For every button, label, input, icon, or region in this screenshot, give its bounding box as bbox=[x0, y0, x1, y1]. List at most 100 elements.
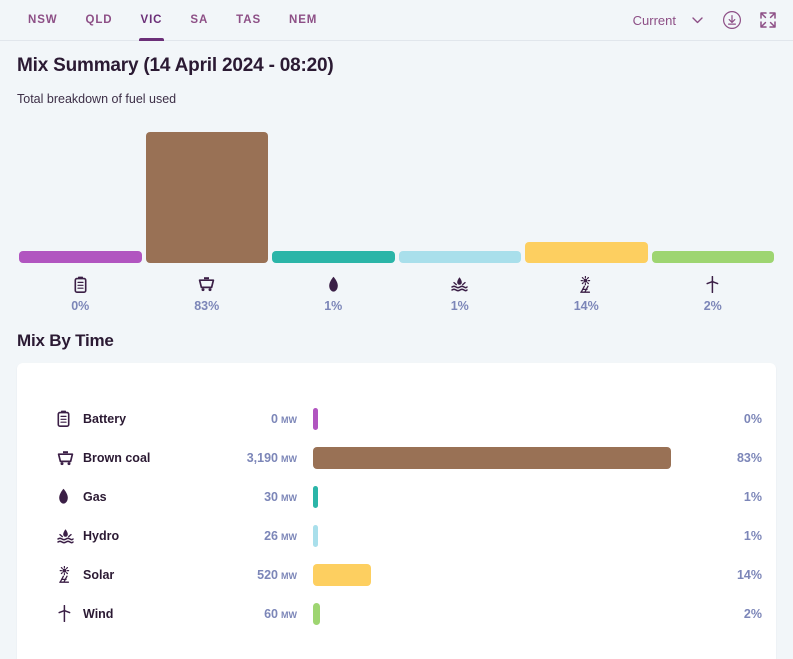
summary-bar-battery[interactable] bbox=[19, 251, 142, 263]
legend-item-hydro[interactable]: 1% bbox=[397, 275, 524, 313]
legend-percent: 83% bbox=[194, 299, 220, 313]
mix-row-unit: MW bbox=[281, 414, 297, 425]
mix-row-label: Solar bbox=[83, 567, 115, 582]
legend-percent: 1% bbox=[450, 299, 469, 313]
legend-percent: 14% bbox=[573, 299, 599, 313]
summary-bars bbox=[17, 118, 776, 263]
mix-row-percent: 2% bbox=[743, 606, 762, 621]
mix-row-percent: 83% bbox=[736, 450, 762, 465]
mix-row-bar[interactable] bbox=[313, 602, 320, 625]
page-title: Mix Summary (14 April 2024 - 08:20) bbox=[17, 55, 334, 76]
chevron-down-icon bbox=[692, 16, 703, 24]
legend-item-wind[interactable]: 2% bbox=[650, 275, 777, 313]
legend-item-battery[interactable]: 0% bbox=[17, 275, 144, 313]
battery-icon bbox=[57, 410, 83, 427]
mix-row-label: Hydro bbox=[83, 528, 120, 543]
mix-row-wind[interactable]: Wind 60 MW 2% bbox=[17, 594, 776, 633]
summary-legend: 0% 83% 1% 1% 14% 2% bbox=[0, 275, 793, 313]
region-tabs: NSW QLD VIC SA TAS NEM bbox=[0, 0, 331, 41]
mix-row-unit: MW bbox=[281, 492, 297, 503]
mix-row-value: 26 MW bbox=[264, 528, 297, 543]
top-tab-bar: NSW QLD VIC SA TAS NEM Current bbox=[0, 0, 793, 41]
mix-row-value: 60 MW bbox=[264, 606, 297, 621]
summary-bar-wind[interactable] bbox=[651, 251, 774, 263]
summary-bar-solar[interactable] bbox=[525, 241, 648, 263]
mix-list: Battery 0 MW 0% Brown coal 3,190 MW 83% Gas 30 MW 1… bbox=[17, 399, 776, 633]
tab-qld[interactable]: QLD bbox=[72, 0, 127, 41]
mix-row-value: 0 MW bbox=[271, 411, 297, 426]
page-subtitle: Total breakdown of fuel used bbox=[17, 92, 177, 106]
tab-label: SA bbox=[190, 14, 209, 26]
tab-tas[interactable]: TAS bbox=[222, 0, 275, 41]
mix-row-label: Brown coal bbox=[83, 450, 151, 465]
mix-row-unit: MW bbox=[281, 609, 297, 620]
legend-percent: 1% bbox=[324, 299, 343, 313]
mix-row-bar[interactable] bbox=[313, 446, 671, 469]
gas-flame-icon bbox=[57, 488, 83, 505]
mix-row-bar-track bbox=[297, 563, 716, 586]
mix-row-bar[interactable] bbox=[313, 524, 318, 547]
mix-row-bar-track bbox=[297, 485, 716, 508]
mix-row-bar-track bbox=[297, 602, 716, 625]
mix-row-unit: MW bbox=[281, 531, 297, 542]
tab-label: NSW bbox=[28, 14, 58, 26]
mix-row-unit: MW bbox=[281, 570, 297, 581]
mix-row-solar[interactable]: Solar 520 MW 14% bbox=[17, 555, 776, 594]
mix-row-bar[interactable] bbox=[313, 485, 318, 508]
mix-row-percent: 0% bbox=[743, 411, 762, 426]
mix-row-label: Gas bbox=[83, 489, 107, 504]
hydro-icon bbox=[451, 275, 468, 293]
mix-row-battery[interactable]: Battery 0 MW 0% bbox=[17, 399, 776, 438]
summary-bar-hydro[interactable] bbox=[398, 251, 521, 263]
solar-icon bbox=[578, 275, 595, 293]
hydro-icon bbox=[57, 528, 83, 544]
tab-label: QLD bbox=[85, 14, 113, 26]
legend-item-solar[interactable]: 14% bbox=[523, 275, 650, 313]
tab-vic[interactable]: VIC bbox=[127, 0, 177, 41]
mix-row-percent: 14% bbox=[736, 567, 762, 582]
mix-row-percent: 1% bbox=[743, 528, 762, 543]
summary-bar-brown-coal[interactable] bbox=[145, 132, 268, 263]
download-button[interactable] bbox=[721, 9, 743, 31]
tab-label: NEM bbox=[289, 14, 318, 26]
period-select[interactable]: Current bbox=[629, 11, 707, 30]
period-select-label: Current bbox=[632, 12, 676, 28]
mix-row-label: Battery bbox=[83, 411, 127, 426]
mix-row-brown-coal[interactable]: Brown coal 3,190 MW 83% bbox=[17, 438, 776, 477]
battery-icon bbox=[74, 275, 87, 293]
gas-flame-icon bbox=[327, 275, 340, 293]
mix-by-time-card: Battery 0 MW 0% Brown coal 3,190 MW 83% Gas 30 MW 1… bbox=[17, 363, 776, 659]
mix-row-label: Wind bbox=[83, 606, 114, 621]
coal-icon bbox=[198, 275, 215, 293]
mix-row-value: 520 MW bbox=[257, 567, 297, 582]
summary-bar-gas[interactable] bbox=[272, 251, 395, 263]
mix-row-unit: MW bbox=[281, 453, 297, 464]
mix-row-bar[interactable] bbox=[313, 563, 372, 586]
fullscreen-button[interactable] bbox=[757, 9, 779, 31]
wind-icon bbox=[57, 605, 83, 622]
legend-percent: 0% bbox=[71, 299, 90, 313]
tab-label: VIC bbox=[140, 14, 163, 26]
mix-row-bar[interactable] bbox=[313, 407, 318, 430]
solar-icon bbox=[57, 566, 83, 583]
coal-icon bbox=[57, 450, 83, 466]
wind-icon bbox=[705, 275, 720, 293]
top-bar-controls: Current bbox=[629, 9, 793, 31]
mix-row-value: 30 MW bbox=[264, 489, 297, 504]
mix-row-bar-track bbox=[297, 446, 716, 469]
legend-percent: 2% bbox=[703, 299, 722, 313]
legend-item-brown-coal[interactable]: 83% bbox=[144, 275, 271, 313]
legend-item-gas[interactable]: 1% bbox=[270, 275, 397, 313]
tab-nsw[interactable]: NSW bbox=[14, 0, 72, 41]
mix-row-hydro[interactable]: Hydro 26 MW 1% bbox=[17, 516, 776, 555]
mix-row-bar-track bbox=[297, 407, 716, 430]
section-title-mix-by-time: Mix By Time bbox=[17, 331, 114, 350]
mix-row-value: 3,190 MW bbox=[246, 450, 297, 465]
tab-nem[interactable]: NEM bbox=[275, 0, 331, 41]
mix-row-bar-track bbox=[297, 524, 716, 547]
mix-summary-chart bbox=[0, 118, 793, 263]
tab-sa[interactable]: SA bbox=[176, 0, 222, 41]
mix-row-gas[interactable]: Gas 30 MW 1% bbox=[17, 477, 776, 516]
mix-row-percent: 1% bbox=[743, 489, 762, 504]
tab-label: TAS bbox=[236, 14, 262, 26]
